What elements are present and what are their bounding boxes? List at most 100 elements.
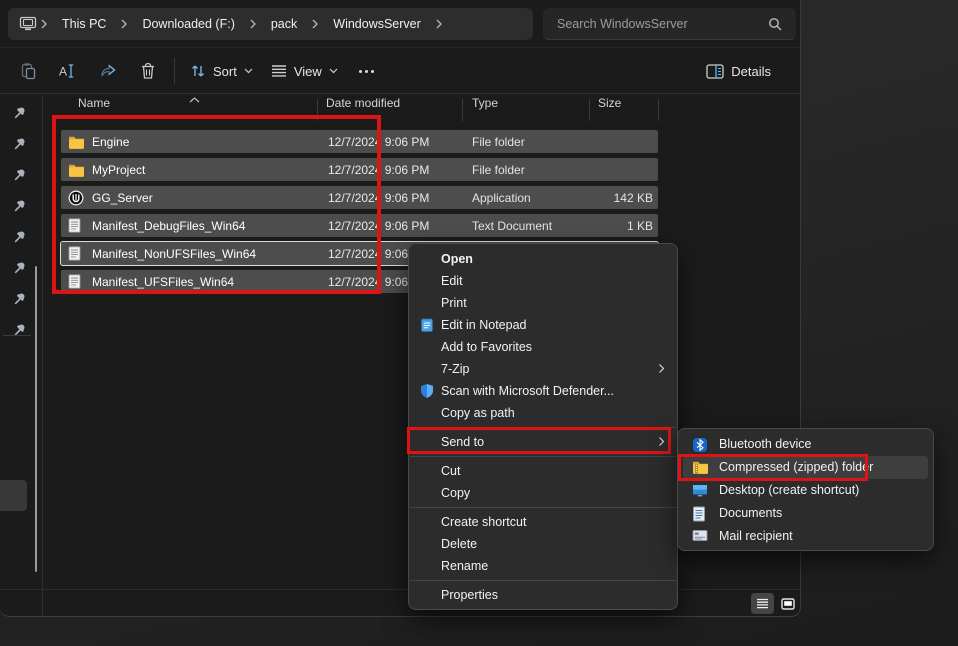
menu-separator — [410, 580, 676, 581]
details-view-toggle[interactable] — [751, 593, 774, 614]
sidebar-divider — [3, 335, 31, 336]
menu-separator — [410, 507, 676, 508]
menu-item-open[interactable]: Open — [409, 248, 677, 270]
unreal-app-icon — [68, 190, 86, 206]
search-input[interactable]: Search WindowsServer — [543, 8, 796, 40]
column-separator[interactable] — [658, 99, 659, 121]
paste-icon — [19, 62, 37, 80]
paste-button[interactable] — [8, 54, 48, 88]
submenu-item-bluetooth[interactable]: Bluetooth device — [683, 433, 928, 456]
column-header-name[interactable]: Name — [78, 96, 110, 110]
file-row-manifest-debug[interactable]: Manifest_DebugFiles_Win64 12/7/2024 9:06… — [61, 214, 658, 237]
search-icon — [768, 17, 782, 31]
trash-icon — [140, 62, 156, 80]
bluetooth-icon — [692, 437, 708, 453]
text-document-icon — [68, 274, 86, 289]
rename-icon: A — [58, 62, 78, 80]
pin-icon[interactable] — [12, 322, 30, 340]
submenu-arrow-icon — [658, 436, 665, 447]
command-toolbar: A Sort View — [0, 49, 800, 94]
see-more-button[interactable] — [347, 54, 387, 88]
details-pane-icon — [706, 64, 724, 79]
chevron-right-icon — [435, 19, 443, 29]
chevron-right-icon — [40, 19, 48, 29]
delete-button[interactable] — [128, 54, 168, 88]
defender-shield-icon — [419, 383, 435, 399]
folder-icon — [68, 135, 86, 149]
column-separator[interactable] — [589, 99, 590, 121]
menu-item-cut[interactable]: Cut — [409, 460, 677, 482]
zip-folder-icon — [692, 460, 708, 476]
menu-item-7zip[interactable]: 7-Zip — [409, 358, 677, 380]
chevron-right-icon — [311, 19, 319, 29]
menu-item-create-shortcut[interactable]: Create shortcut — [409, 511, 677, 533]
chevron-right-icon — [120, 19, 128, 29]
share-icon — [99, 62, 117, 80]
pin-icon[interactable] — [12, 260, 30, 278]
column-header-date[interactable]: Date modified — [326, 96, 400, 110]
folder-icon — [68, 163, 86, 177]
text-document-icon — [68, 218, 86, 233]
sidebar-selected-item[interactable] — [0, 480, 27, 511]
column-header-type[interactable]: Type — [472, 96, 498, 110]
chevron-down-icon — [244, 68, 253, 74]
context-menu: Open Edit Print Edit in Notepad Add to F… — [408, 243, 678, 610]
view-list-icon — [271, 64, 287, 78]
rename-button[interactable]: A — [48, 54, 88, 88]
sidebar-scrollbar[interactable] — [35, 266, 37, 572]
desktop: { "breadcrumb": { "items": ["This PC", "… — [0, 0, 958, 646]
details-view-icon — [756, 598, 769, 609]
pin-icon[interactable] — [12, 229, 30, 247]
file-row-engine[interactable]: Engine 12/7/2024 9:06 PM File folder — [61, 130, 658, 153]
icons-view-icon — [781, 598, 795, 610]
breadcrumb-pack[interactable]: pack — [259, 17, 309, 31]
navigation-pane — [0, 95, 43, 616]
menu-item-copy-as-path[interactable]: Copy as path — [409, 402, 677, 424]
menu-item-send-to[interactable]: Send to — [409, 431, 677, 453]
menu-item-edit-in-notepad[interactable]: Edit in Notepad — [409, 314, 677, 336]
column-header-size[interactable]: Size — [598, 96, 621, 110]
share-button[interactable] — [88, 54, 128, 88]
address-row: This PC Downloaded (F:) pack WindowsServ… — [0, 0, 800, 48]
menu-item-rename[interactable]: Rename — [409, 555, 677, 577]
sort-button[interactable]: Sort — [181, 54, 262, 88]
ellipsis-icon — [359, 70, 374, 73]
file-row-myproject[interactable]: MyProject 12/7/2024 9:06 PM File folder — [61, 158, 658, 181]
documents-icon — [692, 506, 708, 522]
column-separator[interactable] — [462, 99, 463, 121]
breadcrumb-windowsserver[interactable]: WindowsServer — [321, 17, 433, 31]
icons-view-toggle[interactable] — [776, 593, 799, 614]
column-separator[interactable] — [317, 99, 318, 121]
submenu-item-documents[interactable]: Documents — [683, 502, 928, 525]
submenu-item-compressed-folder[interactable]: Compressed (zipped) folder — [683, 456, 928, 479]
breadcrumb[interactable]: This PC Downloaded (F:) pack WindowsServ… — [8, 8, 533, 40]
sort-icon — [190, 63, 206, 79]
menu-item-properties[interactable]: Properties — [409, 584, 677, 606]
toolbar-separator — [174, 58, 175, 84]
menu-item-delete[interactable]: Delete — [409, 533, 677, 555]
this-pc-icon — [18, 16, 38, 32]
pin-icon[interactable] — [12, 105, 30, 123]
pin-icon[interactable] — [12, 136, 30, 154]
menu-item-print[interactable]: Print — [409, 292, 677, 314]
breadcrumb-drive[interactable]: Downloaded (F:) — [130, 17, 246, 31]
send-to-submenu: Bluetooth device Compressed (zipped) fol… — [677, 428, 934, 551]
mail-icon — [692, 529, 708, 545]
status-bar — [0, 589, 800, 615]
details-pane-button[interactable]: Details — [697, 54, 780, 88]
submenu-item-desktop-shortcut[interactable]: Desktop (create shortcut) — [683, 479, 928, 502]
pin-icon[interactable] — [12, 167, 30, 185]
file-row-gg-server[interactable]: GG_Server 12/7/2024 9:06 PM Application … — [61, 186, 658, 209]
menu-item-scan-with-defender[interactable]: Scan with Microsoft Defender... — [409, 380, 677, 402]
breadcrumb-this-pc[interactable]: This PC — [50, 17, 118, 31]
details-label: Details — [731, 64, 771, 79]
pin-icon[interactable] — [12, 291, 30, 309]
menu-item-copy[interactable]: Copy — [409, 482, 677, 504]
view-button[interactable]: View — [262, 54, 347, 88]
menu-item-add-to-favorites[interactable]: Add to Favorites — [409, 336, 677, 358]
submenu-item-mail-recipient[interactable]: Mail recipient — [683, 525, 928, 548]
submenu-arrow-icon — [658, 363, 665, 374]
menu-item-edit[interactable]: Edit — [409, 270, 677, 292]
sort-label: Sort — [213, 64, 237, 79]
pin-icon[interactable] — [12, 198, 30, 216]
